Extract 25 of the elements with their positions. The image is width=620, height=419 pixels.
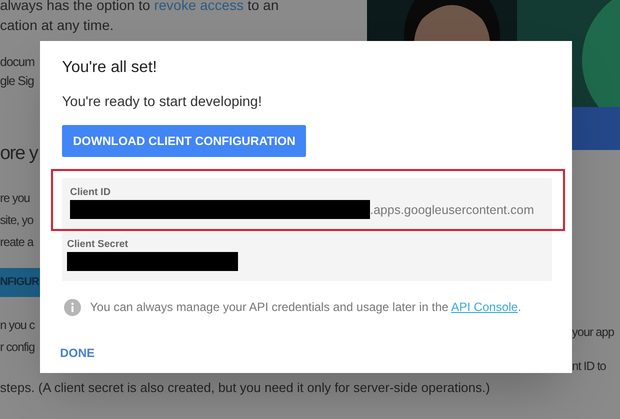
body-text: nt ID to: [572, 358, 607, 375]
configure-button[interactable]: NFIGUR: [0, 268, 40, 297]
dialog-title: You're all set!: [62, 58, 158, 78]
info-note: You can always manage your API credentials and usage later in the API Console.: [90, 299, 522, 316]
body-text: steps. (A client secret is also created, but you need it only for server-side operations.): [0, 379, 491, 397]
body-text: re you: [0, 190, 31, 207]
body-text: docum: [0, 54, 34, 71]
info-icon: [64, 298, 81, 316]
body-text: cation at any time.: [0, 16, 114, 35]
credential-label: Client ID: [70, 187, 112, 199]
body-text: n you c: [0, 317, 36, 334]
download-configuration-button[interactable]: DOWNLOAD CLIENT CONFIGURATION: [62, 125, 306, 157]
done-button[interactable]: DONE: [60, 344, 95, 362]
body-text: always has the option to revoke access to an: [0, 0, 279, 15]
revoke-access-link[interactable]: revoke access: [154, 0, 244, 13]
credential-label: Client Secret: [67, 239, 130, 251]
dialog-message: You're ready to start developing!: [62, 92, 263, 110]
body-text: reate a: [0, 234, 35, 251]
body-text: site, yo: [0, 212, 34, 229]
body-text: your app: [572, 324, 615, 341]
credential-value: .apps.googleusercontent.com: [370, 202, 534, 219]
section-heading: ore y: [0, 142, 39, 166]
body-text: gle Sig: [0, 73, 34, 90]
body-text: r config: [0, 339, 36, 356]
api-console-link[interactable]: API Console: [451, 300, 518, 314]
